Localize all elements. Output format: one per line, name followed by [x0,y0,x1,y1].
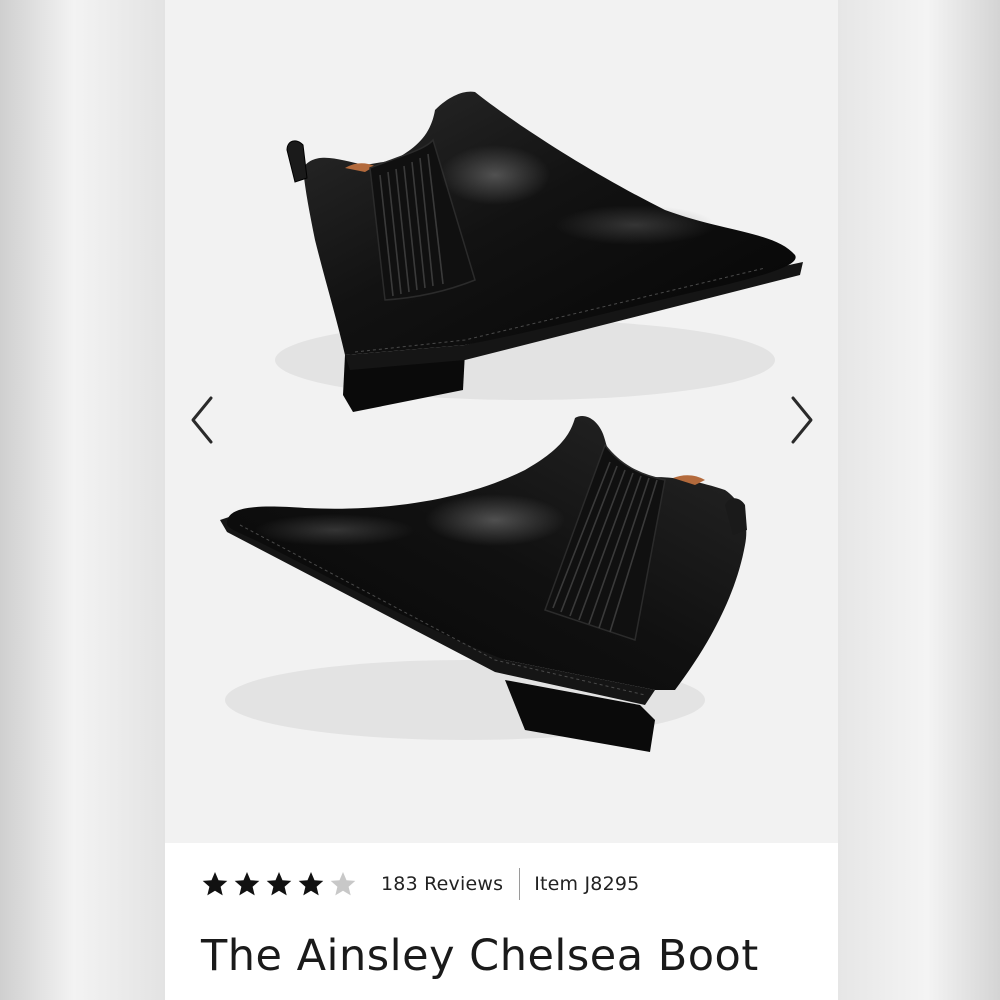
chevron-left-icon [191,396,213,444]
product-title: The Ainsley Chelsea Boot [201,931,759,981]
item-number: Item J8295 [534,873,640,895]
product-image [220,91,803,752]
blurred-background-left [0,0,165,1000]
rating-row: 183 Reviews Item J8295 [201,867,639,901]
carousel-prev-button[interactable] [183,390,223,450]
star-rating[interactable] [201,870,357,898]
product-info: 183 Reviews Item J8295 The Ainsley Chels… [165,843,838,1000]
star-filled-icon [202,872,228,896]
chevron-right-icon [791,396,813,444]
star-filled-icon [266,872,292,896]
star-empty-icon [330,872,356,896]
divider [519,868,521,900]
star-filled-icon [234,872,260,896]
product-image-carousel[interactable] [165,0,838,843]
star-filled-icon [298,872,324,896]
blurred-background-right [838,0,1000,1000]
reviews-link[interactable]: 183 Reviews [381,873,503,895]
carousel-next-button[interactable] [781,390,821,450]
product-page: 183 Reviews Item J8295 The Ainsley Chels… [165,0,838,1000]
